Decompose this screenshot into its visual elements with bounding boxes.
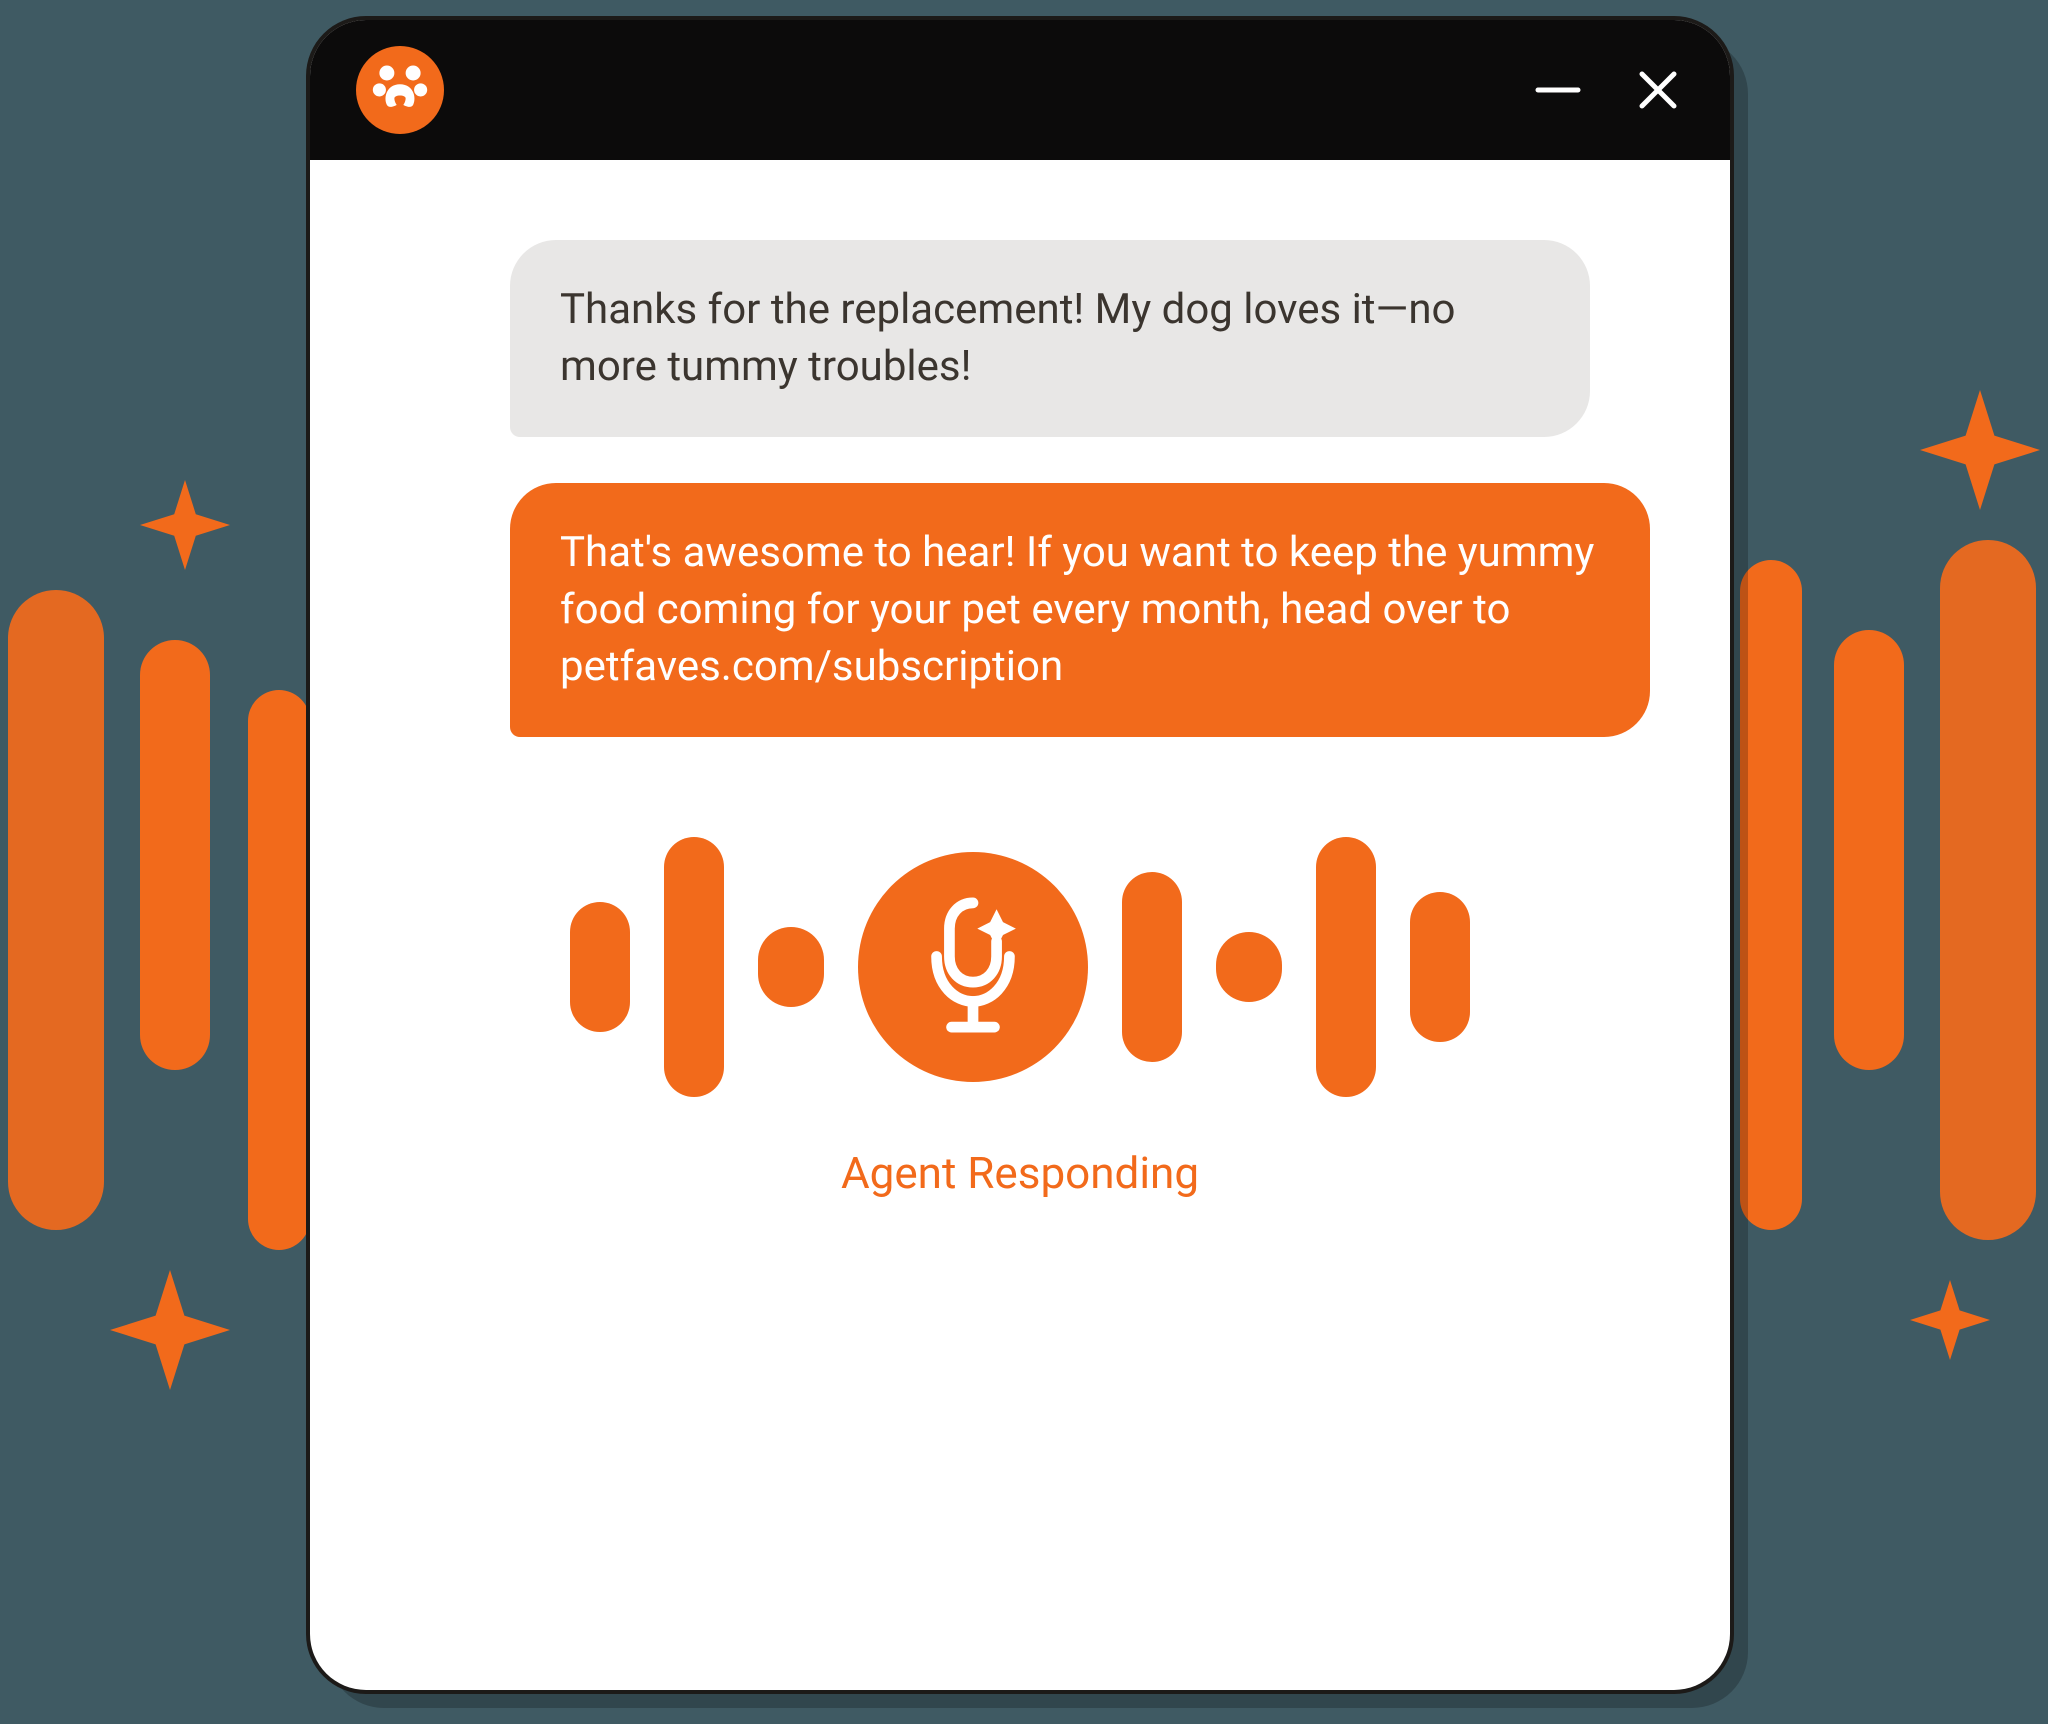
decor-bar [140,640,210,1070]
voice-bar [1122,872,1182,1062]
paw-icon [370,58,430,122]
close-button[interactable] [1632,64,1684,116]
voice-bar [1316,837,1376,1097]
message-text: Thanks for the replacement! My dog loves… [560,285,1455,391]
decor-bar [1740,560,1802,1230]
sparkle-icon [1910,1280,1990,1360]
minimize-button[interactable] [1532,64,1584,116]
sparkle-icon [110,1270,230,1390]
microphone-sparkle-icon [908,890,1038,1044]
chat-window: Thanks for the replacement! My dog loves… [310,20,1730,1690]
titlebar [310,20,1730,160]
sparkle-icon [140,480,230,570]
decor-bar [1834,630,1904,1070]
decor-bar [1940,540,2036,1240]
voice-bar [1216,932,1282,1002]
voice-bar [758,927,824,1007]
message-user: Thanks for the replacement! My dog loves… [510,240,1590,437]
voice-visualizer [380,837,1660,1097]
decor-bar [248,690,310,1250]
mic-button[interactable] [858,852,1088,1082]
message-text: That's awesome to hear! If you want to k… [560,528,1594,690]
voice-bar [570,902,630,1032]
voice-bar [1410,892,1470,1042]
status-label: Agent Responding [380,1147,1660,1199]
chat-body: Thanks for the replacement! My dog loves… [310,160,1730,1690]
sparkle-icon [1920,390,2040,510]
message-agent: That's awesome to hear! If you want to k… [510,483,1650,737]
brand-logo [356,46,444,134]
window-controls [1532,64,1684,116]
decor-bar [8,590,104,1230]
voice-bar [664,837,724,1097]
stage: Thanks for the replacement! My dog loves… [0,0,2048,1724]
status-text: Agent Responding [841,1147,1199,1199]
